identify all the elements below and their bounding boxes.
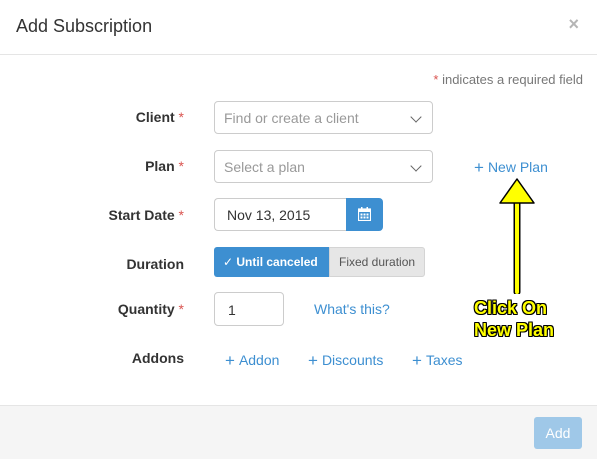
modal-footer <box>0 405 597 459</box>
annotation-callout: Click On New Plan <box>474 297 554 341</box>
plan-required-star: * <box>178 158 184 174</box>
client-required-star: * <box>178 109 184 125</box>
plus-icon: + <box>225 351 235 370</box>
new-plan-label: New Plan <box>487 159 548 175</box>
add-taxes-link[interactable]: + Taxes <box>412 350 463 370</box>
quantity-label: Quantity * <box>0 301 184 317</box>
quantity-required-star: * <box>178 301 184 317</box>
add-subscription-modal: Add Subscription × * indicates a require… <box>0 0 597 459</box>
calendar-button[interactable] <box>346 198 383 231</box>
addons-label: Addons <box>131 350 184 366</box>
start-date-required-star: * <box>178 207 184 223</box>
annotation-line-2: New Plan <box>474 320 555 340</box>
close-icon[interactable]: × <box>568 14 579 35</box>
start-date-label: Start Date * <box>0 207 184 223</box>
modal-header: Add Subscription × <box>0 0 597 55</box>
until-canceled-option[interactable]: ✓ Until canceled <box>214 247 329 277</box>
fixed-duration-option[interactable]: Fixed duration <box>329 247 425 277</box>
start-date-input[interactable]: Nov 13, 2015 <box>214 198 347 231</box>
client-select[interactable]: Find or create a client <box>214 101 433 134</box>
required-note-text: indicates a required field <box>438 72 583 87</box>
taxes-label: Taxes <box>425 352 463 368</box>
add-addon-link[interactable]: + Addon <box>225 350 279 370</box>
discounts-label: Discounts <box>321 352 384 368</box>
plan-select[interactable]: Select a plan <box>214 150 433 183</box>
annotation-line-1: Click On <box>474 298 548 318</box>
plus-icon: + <box>308 351 318 370</box>
client-placeholder: Find or create a client <box>224 110 359 126</box>
plan-label-text: Plan <box>145 158 175 174</box>
calendar-icon <box>358 207 371 221</box>
plan-placeholder: Select a plan <box>224 159 305 175</box>
new-plan-link[interactable]: + New Plan <box>474 157 548 177</box>
add-button[interactable]: Add <box>534 417 582 449</box>
annotation-arrow <box>499 178 535 294</box>
client-label: Client * <box>0 109 184 125</box>
chevron-down-icon <box>410 111 422 123</box>
start-date-label-text: Start Date <box>108 207 175 223</box>
chevron-down-icon <box>410 160 422 172</box>
required-field-note: * indicates a required field <box>433 72 583 87</box>
duration-label: Duration <box>126 256 184 272</box>
quantity-label-text: Quantity <box>117 301 175 317</box>
addon-label: Addon <box>238 352 280 368</box>
add-discounts-link[interactable]: + Discounts <box>308 350 383 370</box>
plan-label: Plan * <box>0 158 184 174</box>
quantity-input[interactable]: 1 <box>214 292 284 326</box>
plus-icon: + <box>412 351 422 370</box>
whats-this-link[interactable]: What's this? <box>314 301 390 317</box>
modal-title: Add Subscription <box>16 16 153 36</box>
client-label-text: Client <box>135 109 175 125</box>
plus-icon: + <box>474 158 484 177</box>
